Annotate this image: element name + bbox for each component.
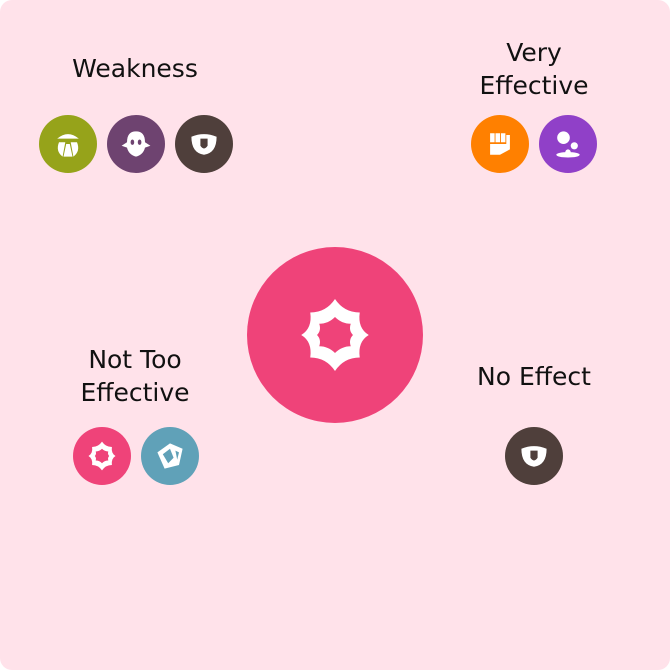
not-too-effective-heading: Not Too Effective: [15, 343, 255, 409]
dark-icon[interactable]: [505, 427, 563, 485]
very-effective-line2: Effective: [479, 71, 589, 100]
poison-icon[interactable]: [539, 115, 597, 173]
fighting-icon[interactable]: [471, 115, 529, 173]
not-too-effective-line1: Not Too: [88, 345, 182, 374]
dark-icon[interactable]: [175, 115, 233, 173]
not-too-effective-line2: Effective: [80, 378, 190, 407]
very-effective-line1: Very: [506, 38, 562, 67]
type-effectiveness-card: Weakness Very Effective Not Too Effectiv…: [0, 0, 670, 670]
no-effect-heading: No Effect: [477, 362, 591, 391]
main-type-psychic-icon: [247, 247, 423, 423]
ghost-icon[interactable]: [107, 115, 165, 173]
weakness-heading: Weakness: [72, 54, 198, 83]
steel-icon[interactable]: [141, 427, 199, 485]
psychic-icon[interactable]: [73, 427, 131, 485]
bug-icon[interactable]: [39, 115, 97, 173]
very-effective-heading: Very Effective: [414, 36, 654, 102]
